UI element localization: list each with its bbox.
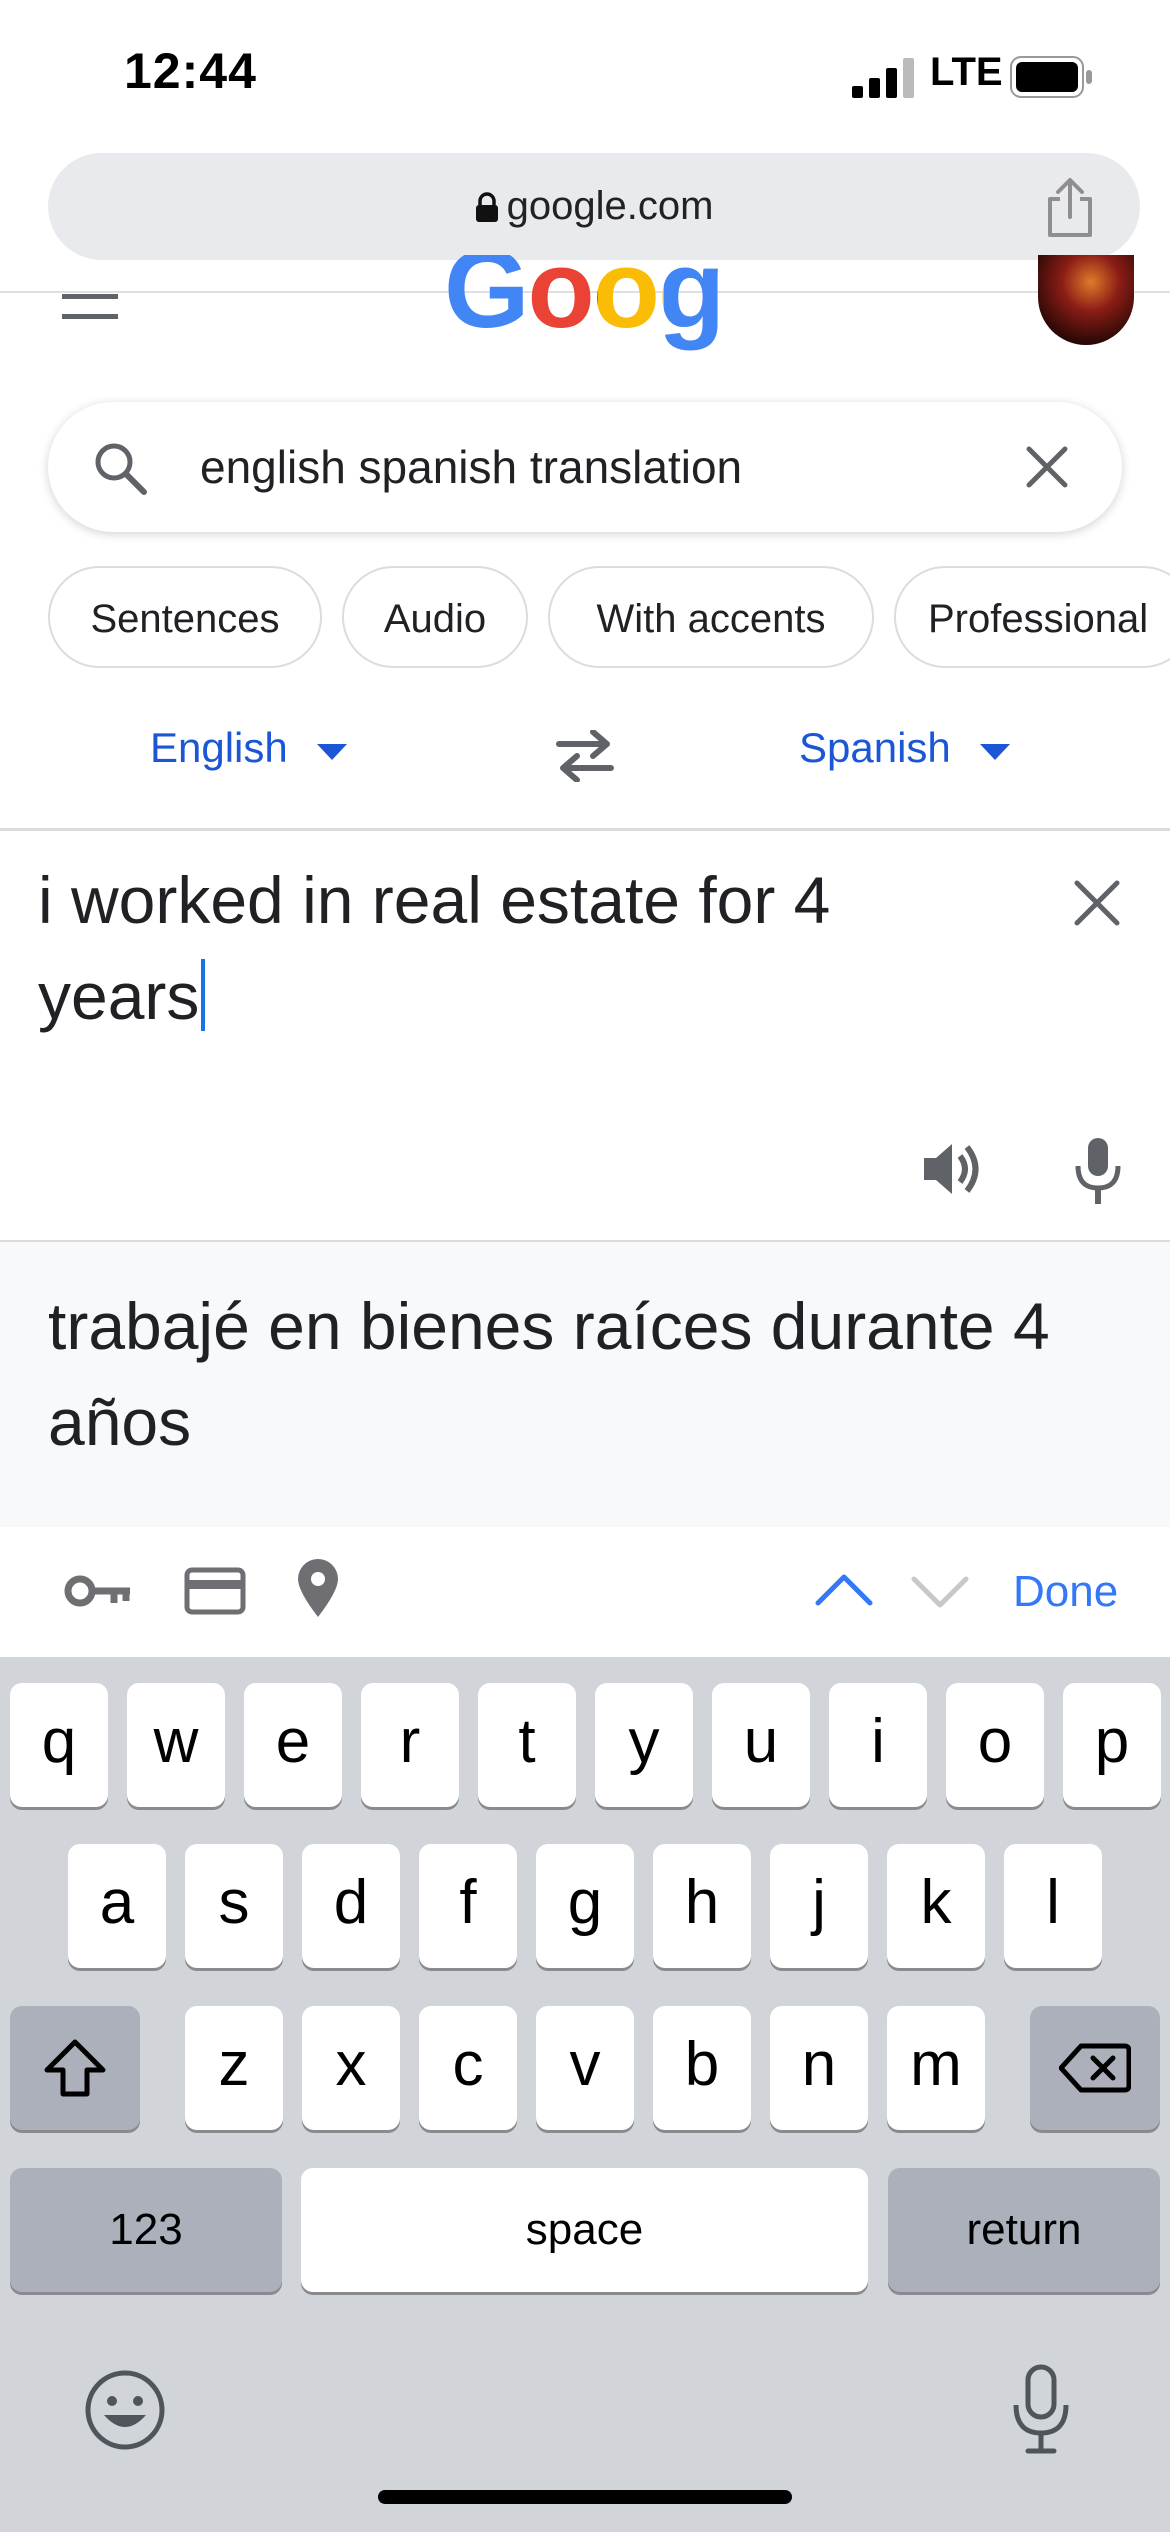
share-icon[interactable] [1042,177,1098,239]
key-i[interactable]: i [829,1683,927,1807]
key-h[interactable]: h [653,1844,751,1968]
clear-icon[interactable] [1026,446,1068,488]
avatar[interactable] [1038,255,1134,345]
key-o[interactable]: o [946,1683,1044,1807]
key-v[interactable]: v [536,2006,634,2130]
numbers-key[interactable]: 123 [10,2168,282,2292]
chevron-up-icon[interactable] [814,1571,874,1607]
key-w[interactable]: w [127,1683,225,1807]
dropdown-icon [980,744,1011,760]
key-u[interactable]: u [712,1683,810,1807]
backspace-key[interactable] [1030,2006,1160,2130]
keyboard: q w e r t y u i o p a s d f g h j k l z … [0,1657,1170,2532]
target-language-label: Spanish [799,724,951,771]
search-icon [95,443,147,495]
space-key[interactable]: space [301,2168,868,2292]
key-e[interactable]: e [244,1683,342,1807]
speaker-icon[interactable] [920,1136,986,1202]
chip-audio[interactable]: Audio [342,566,528,668]
chip-with-accents[interactable]: With accents [548,566,874,668]
source-language-selector[interactable]: English [150,724,348,772]
key-q[interactable]: q [10,1683,108,1807]
key-m[interactable]: m [887,2006,985,2130]
search-box[interactable]: english spanish translation [48,402,1122,532]
location-icon[interactable] [296,1557,340,1619]
status-time: 12:44 [124,43,257,99]
dictation-icon[interactable] [1010,2363,1072,2455]
keyboard-accessory-bar: Done [0,1527,1170,1657]
clear-icon[interactable] [1074,880,1120,926]
key-b[interactable]: b [653,2006,751,2130]
menu-icon[interactable] [62,292,118,322]
chip-professional[interactable]: Professional [894,566,1170,668]
lock-icon [475,192,498,222]
logo-text: Google [444,255,719,355]
credit-card-icon[interactable] [184,1567,246,1615]
backspace-icon [1058,2043,1132,2093]
battery-icon [1010,56,1092,98]
input-divider [0,828,1170,831]
key-f[interactable]: f [419,1844,517,1968]
source-text-input[interactable]: i worked in real estate for 4 years [38,852,988,1044]
key-d[interactable]: d [302,1844,400,1968]
home-indicator[interactable] [378,2490,792,2504]
translation-output: trabajé en bienes raíces durante 4 años [0,1242,1170,1527]
swap-icon[interactable] [555,730,615,782]
microphone-icon[interactable] [1070,1136,1126,1206]
source-text: i worked in real estate for 4 years [38,863,831,1033]
dropdown-icon [317,744,348,760]
source-language-label: English [150,724,288,771]
key-x[interactable]: x [302,2006,400,2130]
key-r[interactable]: r [361,1683,459,1807]
key-p[interactable]: p [1063,1683,1161,1807]
url-text: google.com [506,184,714,228]
chevron-down-icon[interactable] [910,1573,970,1609]
emoji-icon[interactable] [84,2369,166,2451]
key-k[interactable]: k [887,1844,985,1968]
shift-key[interactable] [10,2006,140,2130]
target-language-selector[interactable]: Spanish [799,724,1011,772]
key-n[interactable]: n [770,2006,868,2130]
search-input[interactable]: english spanish translation [200,402,742,532]
key-c[interactable]: c [419,2006,517,2130]
address-bar[interactable]: google.com [48,153,1140,260]
key-z[interactable]: z [185,2006,283,2130]
network-type: LTE [930,50,1003,94]
key-a[interactable]: a [68,1844,166,1968]
translated-text[interactable]: trabajé en bienes raíces durante 4 años [48,1278,1128,1470]
signal-icon [852,58,914,98]
key-g[interactable]: g [536,1844,634,1968]
done-button[interactable]: Done [1013,1527,1118,1657]
return-key[interactable]: return [888,2168,1160,2292]
text-caret [201,959,206,1031]
key-icon[interactable] [64,1571,134,1611]
key-l[interactable]: l [1004,1844,1102,1968]
key-y[interactable]: y [595,1683,693,1807]
google-logo[interactable]: Google [444,255,719,355]
key-s[interactable]: s [185,1844,283,1968]
chip-sentences[interactable]: Sentences [48,566,322,668]
key-t[interactable]: t [478,1683,576,1807]
url-row: google.com [48,153,1140,260]
shift-icon [44,2039,106,2097]
key-j[interactable]: j [770,1844,868,1968]
